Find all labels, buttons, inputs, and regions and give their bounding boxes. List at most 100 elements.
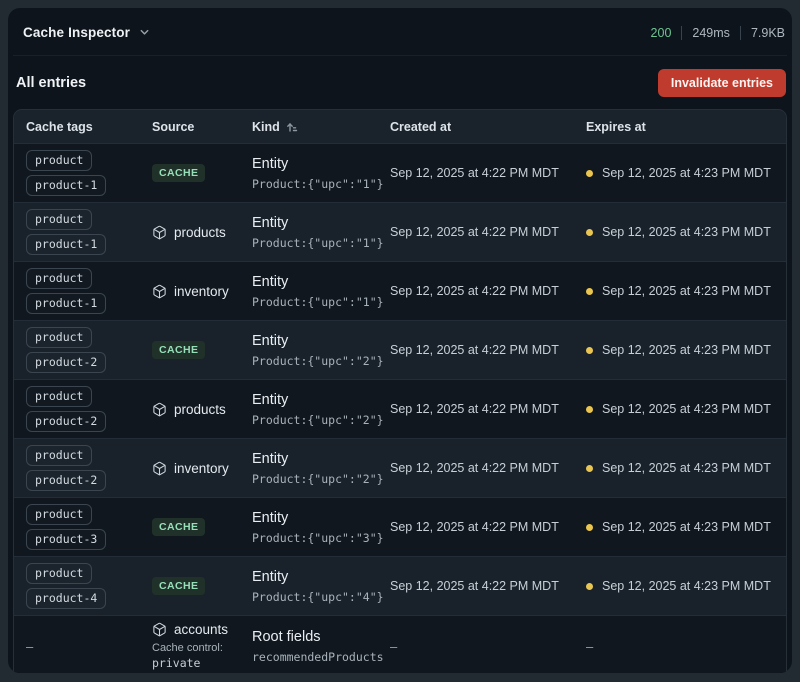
- kind-detail: Product:{"upc":"4"}: [252, 590, 390, 604]
- column-header-cache-tags[interactable]: Cache tags: [26, 120, 152, 134]
- cell-cache-tags: product product-1: [26, 268, 152, 314]
- cell-kind: Entity Product:{"upc":"2"}: [252, 332, 390, 367]
- expiry-status-dot: [586, 170, 593, 177]
- cache-tag: product: [26, 327, 92, 348]
- column-header-source[interactable]: Source: [152, 120, 252, 134]
- cell-created-at: Sep 12, 2025 at 4:22 PM MDT: [390, 166, 586, 180]
- cell-cache-tags: productproduct-4: [26, 563, 152, 609]
- table-row[interactable]: productproduct-4 CACHE Entity Product:{"…: [14, 556, 786, 615]
- cache-tag: product: [26, 150, 92, 171]
- column-header-kind[interactable]: Kind: [252, 120, 390, 134]
- table-row[interactable]: productproduct-1 products Entity Product…: [14, 202, 786, 261]
- cache-tag: product-1: [26, 293, 106, 314]
- cell-kind: Entity Product:{"upc":"2"}: [252, 391, 390, 426]
- cell-expires-at: Sep 12, 2025 at 4:23 PM MDT: [586, 461, 774, 475]
- created-at-value: Sep 12, 2025 at 4:22 PM MDT: [390, 284, 559, 298]
- page-title: Cache Inspector: [23, 25, 130, 40]
- cache-source-badge: CACHE: [152, 518, 205, 536]
- cell-expires-at: Sep 12, 2025 at 4:23 PM MDT: [586, 284, 774, 298]
- column-header-expires-at[interactable]: Expires at: [586, 120, 774, 134]
- kind-detail: Product:{"upc":"2"}: [252, 413, 390, 427]
- empty-value: –: [390, 639, 397, 654]
- service-source: inventory: [152, 284, 252, 299]
- cell-cache-tags: productproduct-2: [26, 445, 152, 491]
- cell-source: products: [152, 225, 252, 240]
- cell-expires-at: Sep 12, 2025 at 4:23 PM MDT: [586, 343, 774, 357]
- cell-kind: Entity Product:{"upc":"4"}: [252, 568, 390, 603]
- cell-created-at: Sep 12, 2025 at 4:22 PM MDT: [390, 225, 586, 239]
- cell-created-at: Sep 12, 2025 at 4:22 PM MDT: [390, 461, 586, 475]
- cache-source-badge: CACHE: [152, 164, 205, 182]
- cell-kind: Root fields recommendedProducts: [252, 628, 390, 663]
- cell-expires-at: –: [586, 639, 774, 654]
- table-row[interactable]: productproduct-3 CACHE Entity Product:{"…: [14, 497, 786, 556]
- invalidate-entries-button[interactable]: Invalidate entries: [658, 69, 786, 97]
- cube-icon: [152, 402, 167, 417]
- kind-title: Entity: [252, 568, 390, 586]
- kind-detail: Product:{"upc":"1"}: [252, 295, 390, 309]
- kind-title: Entity: [252, 155, 390, 173]
- cell-expires-at: Sep 12, 2025 at 4:23 PM MDT: [586, 520, 774, 534]
- cache-tag: product-1: [26, 234, 106, 255]
- expiry-status-dot: [586, 524, 593, 531]
- cell-source: CACHE: [152, 164, 252, 182]
- column-header-created-at[interactable]: Created at: [390, 120, 586, 134]
- cache-entries-table: Cache tags Source Kind Created at Expire…: [13, 109, 787, 673]
- expiry-status-dot: [586, 347, 593, 354]
- cube-icon: [152, 284, 167, 299]
- expires-at-value: Sep 12, 2025 at 4:23 PM MDT: [602, 461, 771, 475]
- topbar: Cache Inspector 200 249ms 7.9KB: [13, 8, 787, 56]
- service-source: inventory: [152, 461, 252, 476]
- section-title: All entries: [16, 75, 86, 91]
- response-time: 249ms: [692, 26, 730, 40]
- cell-source: CACHE: [152, 577, 252, 595]
- cell-created-at: Sep 12, 2025 at 4:22 PM MDT: [390, 343, 586, 357]
- created-at-value: Sep 12, 2025 at 4:22 PM MDT: [390, 579, 559, 593]
- kind-detail: Product:{"upc":"1"}: [252, 236, 390, 250]
- expires-at-value: Sep 12, 2025 at 4:23 PM MDT: [602, 284, 771, 298]
- service-name: accounts: [174, 622, 228, 637]
- cache-source-badge: CACHE: [152, 341, 205, 359]
- divider: [740, 26, 741, 40]
- table-row[interactable]: productproduct-2 products Entity Product…: [14, 379, 786, 438]
- cell-kind: Entity Product:{"upc":"1"}: [252, 273, 390, 308]
- table-row[interactable]: productproduct-2 inventory Entity Produc…: [14, 438, 786, 497]
- cell-expires-at: Sep 12, 2025 at 4:23 PM MDT: [586, 225, 774, 239]
- cell-source: CACHE: [152, 518, 252, 536]
- cell-cache-tags: productproduct-2: [26, 327, 152, 373]
- table-row[interactable]: productproduct-2 CACHE Entity Product:{"…: [14, 320, 786, 379]
- table-row[interactable]: productproduct-1 CACHE Entity Product:{"…: [14, 143, 786, 202]
- cache-tag: product: [26, 268, 92, 289]
- kind-detail: recommendedProducts: [252, 650, 390, 664]
- kind-title: Entity: [252, 273, 390, 291]
- kind-detail: Product:{"upc":"2"}: [252, 354, 390, 368]
- created-at-value: Sep 12, 2025 at 4:22 PM MDT: [390, 343, 559, 357]
- table-row[interactable]: – accounts Cache control: private Root f…: [14, 615, 786, 673]
- section-header: All entries Invalidate entries: [13, 56, 787, 109]
- kind-detail: Product:{"upc":"3"}: [252, 531, 390, 545]
- cache-inspector-dropdown[interactable]: Cache Inspector: [23, 25, 150, 40]
- expires-at-value: Sep 12, 2025 at 4:23 PM MDT: [602, 520, 771, 534]
- cell-kind: Entity Product:{"upc":"1"}: [252, 214, 390, 249]
- service-name: products: [174, 225, 226, 240]
- table-row[interactable]: product product-1 inventory Entity Produc…: [14, 261, 786, 320]
- expires-at-value: Sep 12, 2025 at 4:23 PM MDT: [602, 166, 771, 180]
- status-code: 200: [651, 26, 672, 40]
- expiry-status-dot: [586, 465, 593, 472]
- cell-source: products: [152, 402, 252, 417]
- service-name: products: [174, 402, 226, 417]
- cell-expires-at: Sep 12, 2025 at 4:23 PM MDT: [586, 166, 774, 180]
- created-at-value: Sep 12, 2025 at 4:22 PM MDT: [390, 461, 559, 475]
- cube-icon: [152, 461, 167, 476]
- cell-kind: Entity Product:{"upc":"3"}: [252, 509, 390, 544]
- kind-title: Entity: [252, 450, 390, 468]
- table-body: product product-1 CACHE Entity Product:{"…: [14, 143, 786, 673]
- cache-tag: product-1: [26, 175, 106, 196]
- service-source: products: [152, 225, 252, 240]
- expires-at-value: Sep 12, 2025 at 4:23 PM MDT: [602, 343, 771, 357]
- cache-inspector-panel: Cache Inspector 200 249ms 7.9KB All entr…: [8, 8, 792, 673]
- chevron-down-icon: [139, 27, 150, 38]
- expires-at-value: Sep 12, 2025 at 4:23 PM MDT: [602, 402, 771, 416]
- cell-kind: Entity Product:{"upc":"2"}: [252, 450, 390, 485]
- cell-source: inventory: [152, 284, 252, 299]
